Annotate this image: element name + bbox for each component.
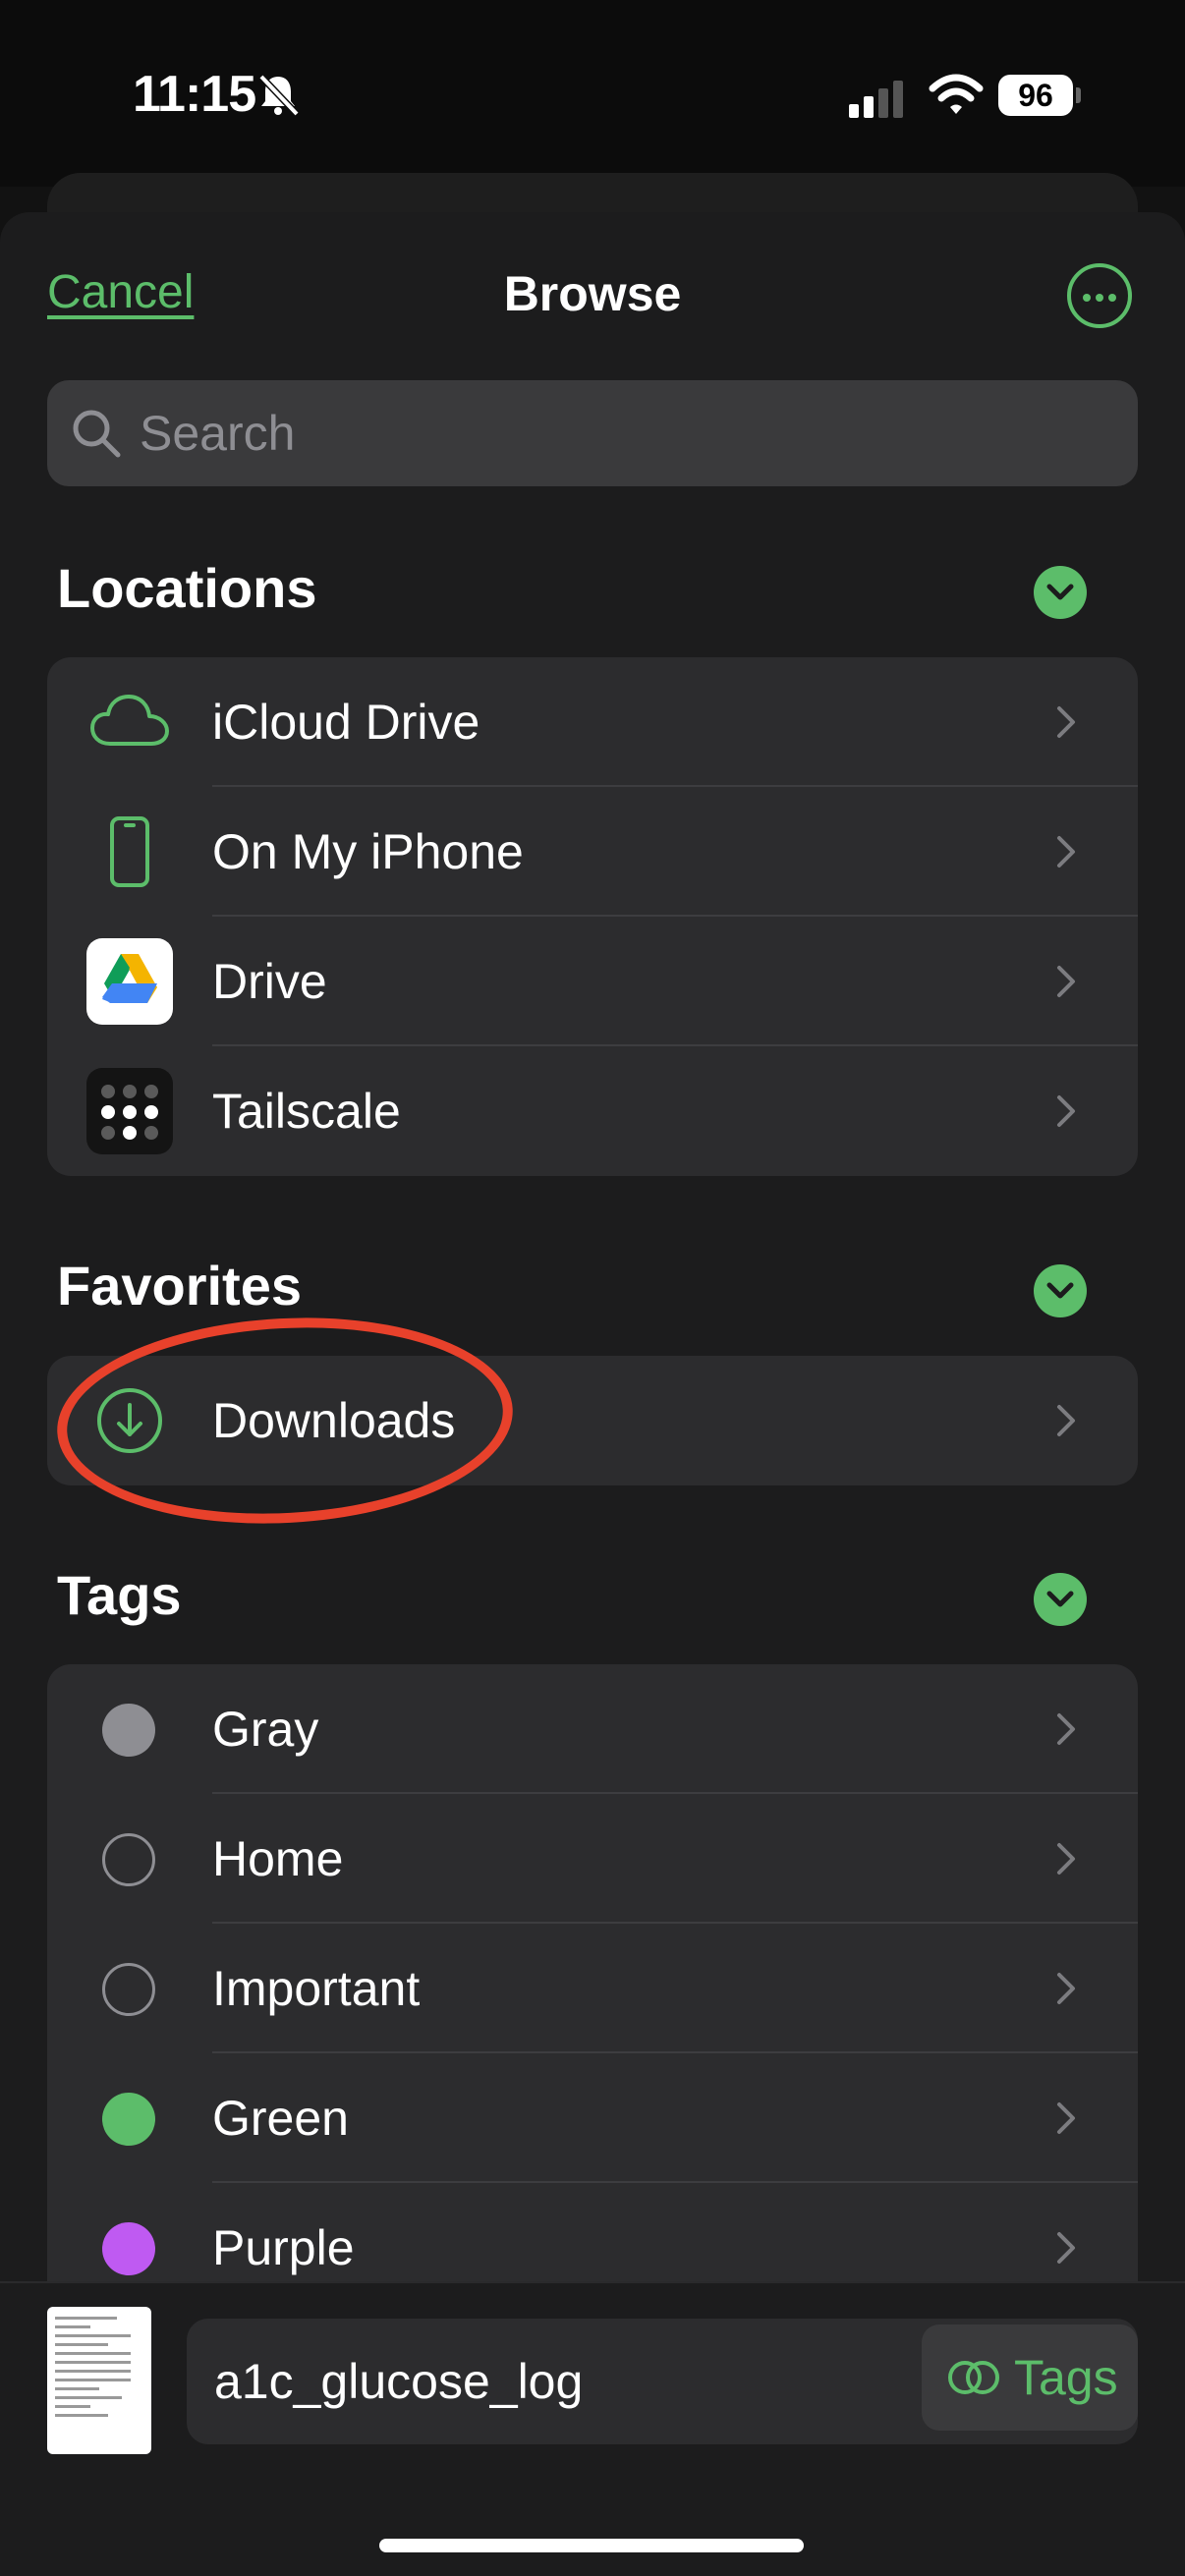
- chevron-right-icon: [1057, 1713, 1075, 1745]
- status-time: 11:15: [133, 66, 256, 123]
- tags-button[interactable]: Tags: [922, 2324, 1138, 2431]
- tag-color-dot: [102, 2222, 155, 2275]
- cloud-icon: [90, 695, 169, 746]
- tag-color-dot: [102, 1704, 155, 1757]
- search-bar[interactable]: [47, 380, 1138, 486]
- status-bar: 11:15 96: [0, 0, 1185, 187]
- location-label: On My iPhone: [212, 824, 524, 879]
- chevron-right-icon: [1057, 2102, 1075, 2134]
- google-drive-icon: [86, 938, 173, 1025]
- location-item-tailscale[interactable]: Tailscale: [47, 1046, 1138, 1176]
- search-input[interactable]: [140, 380, 1102, 486]
- chevron-right-icon: [1057, 706, 1075, 738]
- tags-icon: [948, 2361, 999, 2394]
- chevron-right-icon: [1057, 1405, 1075, 1436]
- cancel-button[interactable]: Cancel: [47, 265, 194, 319]
- bell-slash-icon: [258, 74, 300, 117]
- filename-input[interactable]: [214, 2319, 902, 2444]
- document-thumbnail: [47, 2307, 151, 2454]
- chevron-right-icon: [1057, 1095, 1075, 1127]
- save-bar: Tags: [0, 2281, 1185, 2576]
- locations-list: iCloud Drive On My iPhone Drive Tailscal…: [47, 657, 1138, 1176]
- tag-label: Important: [212, 1961, 421, 2016]
- chevron-right-icon: [1057, 1843, 1075, 1875]
- battery-icon: 96: [998, 75, 1081, 116]
- search-icon: [73, 410, 121, 458]
- chevron-right-icon: [1057, 2232, 1075, 2264]
- tags-button-label: Tags: [1014, 2350, 1118, 2405]
- tag-item-important[interactable]: Important: [47, 1924, 1138, 2053]
- battery-level: 96: [998, 75, 1073, 116]
- tag-color-dot: [102, 1963, 155, 2016]
- chevron-down-icon[interactable]: [1034, 1264, 1087, 1317]
- tag-label: Gray: [212, 1702, 319, 1757]
- tag-label: Green: [212, 2091, 349, 2146]
- location-item-drive[interactable]: Drive: [47, 917, 1138, 1046]
- tags-list: Gray Home Important Green Purple: [47, 1664, 1138, 2352]
- chevron-down-icon[interactable]: [1034, 566, 1087, 619]
- iphone-icon: [110, 816, 149, 887]
- tag-color-dot: [102, 2093, 155, 2146]
- section-title-favorites: Favorites: [57, 1255, 302, 1316]
- chevron-right-icon: [1057, 1973, 1075, 2004]
- tag-item-home[interactable]: Home: [47, 1794, 1138, 1924]
- wifi-icon: [929, 74, 984, 114]
- chevron-down-icon[interactable]: [1034, 1573, 1087, 1626]
- chevron-right-icon: [1057, 966, 1075, 997]
- tag-item-green[interactable]: Green: [47, 2053, 1138, 2183]
- tailscale-icon: [86, 1068, 173, 1154]
- location-label: Tailscale: [212, 1084, 401, 1139]
- signal-icon: [849, 81, 903, 118]
- location-item-on-my-iphone[interactable]: On My iPhone: [47, 787, 1138, 917]
- chevron-right-icon: [1057, 836, 1075, 868]
- location-label: Drive: [212, 954, 327, 1009]
- location-label: iCloud Drive: [212, 695, 480, 750]
- tag-color-dot: [102, 1833, 155, 1886]
- filename-field[interactable]: Tags: [187, 2319, 1138, 2444]
- tag-item-gray[interactable]: Gray: [47, 1664, 1138, 1794]
- location-item-icloud-drive[interactable]: iCloud Drive: [47, 657, 1138, 787]
- home-indicator[interactable]: [379, 2539, 804, 2552]
- section-title-locations: Locations: [57, 557, 317, 619]
- ellipsis-circle-icon[interactable]: [1067, 263, 1132, 328]
- tag-label: Home: [212, 1831, 344, 1886]
- section-title-tags: Tags: [57, 1564, 182, 1626]
